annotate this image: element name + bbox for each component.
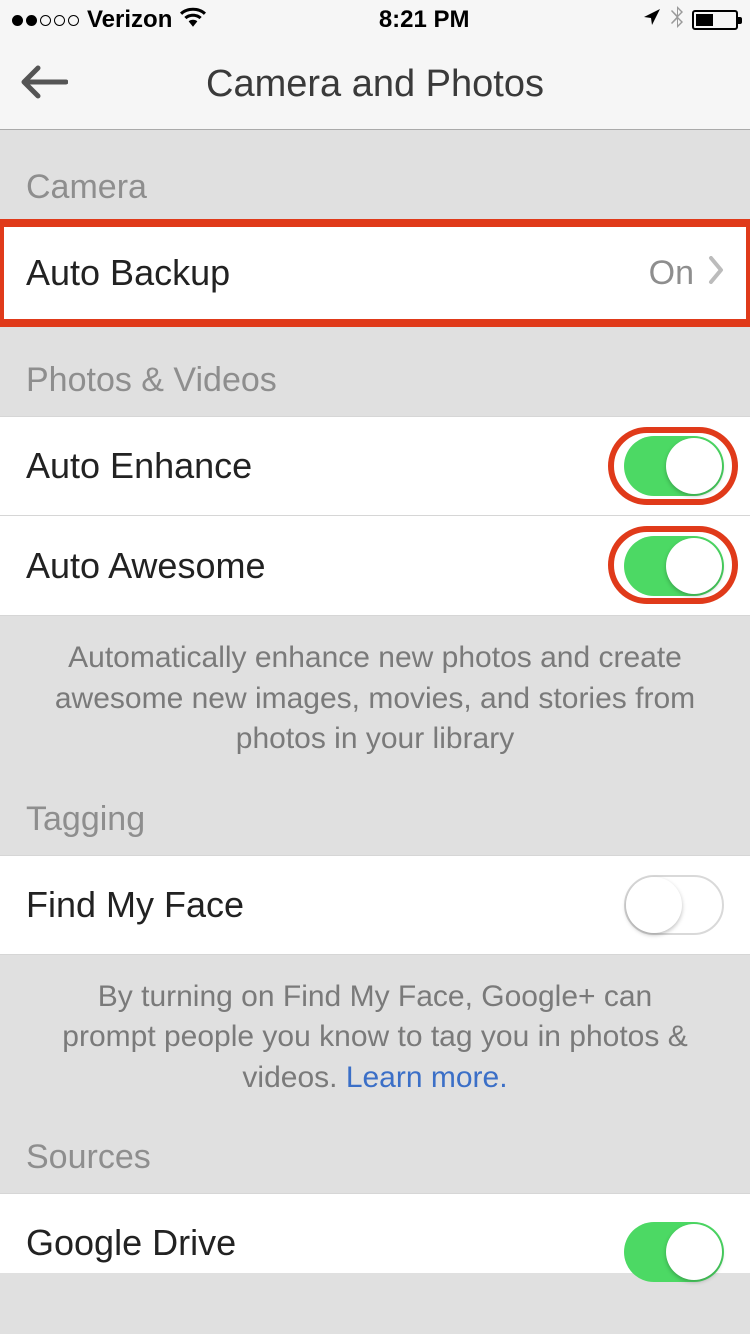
row-google-drive[interactable]: Google Drive	[0, 1193, 750, 1273]
learn-more-link[interactable]: Learn more.	[346, 1061, 508, 1094]
row-auto-enhance[interactable]: Auto Enhance	[0, 416, 750, 516]
section-header-tagging: Tagging	[0, 782, 750, 855]
battery-icon	[692, 10, 738, 30]
location-icon	[642, 6, 662, 34]
auto-backup-label: Auto Backup	[26, 252, 230, 294]
section-header-sources: Sources	[0, 1120, 750, 1193]
google-drive-toggle[interactable]	[624, 1222, 724, 1282]
nav-header: Camera and Photos	[0, 40, 750, 130]
google-drive-label: Google Drive	[26, 1222, 236, 1264]
row-auto-awesome[interactable]: Auto Awesome	[0, 516, 750, 616]
carrier-label: Verizon	[87, 6, 172, 34]
section-header-camera: Camera	[0, 130, 750, 223]
bluetooth-icon	[670, 6, 684, 35]
wifi-icon	[180, 6, 206, 34]
auto-awesome-label: Auto Awesome	[26, 545, 265, 587]
row-auto-backup[interactable]: Auto Backup On	[0, 223, 750, 323]
auto-awesome-toggle[interactable]	[624, 536, 724, 596]
auto-enhance-toggle[interactable]	[624, 436, 724, 496]
find-my-face-toggle[interactable]	[624, 875, 724, 935]
section-header-photos-videos: Photos & Videos	[0, 323, 750, 416]
row-find-my-face[interactable]: Find My Face	[0, 855, 750, 955]
signal-strength-icon	[12, 15, 79, 26]
photos-videos-footer: Automatically enhance new photos and cre…	[0, 616, 750, 782]
status-bar: Verizon 8:21 PM	[0, 0, 750, 40]
back-button[interactable]	[20, 64, 68, 105]
auto-enhance-label: Auto Enhance	[26, 445, 252, 487]
auto-backup-value-group: On	[649, 254, 724, 293]
status-time: 8:21 PM	[379, 6, 470, 34]
tagging-footer: By turning on Find My Face, Google+ can …	[0, 955, 750, 1121]
find-my-face-label: Find My Face	[26, 884, 244, 926]
status-left: Verizon	[12, 6, 206, 34]
auto-backup-value: On	[649, 254, 694, 293]
status-right	[642, 6, 738, 35]
chevron-right-icon	[708, 254, 724, 293]
page-title: Camera and Photos	[0, 63, 750, 106]
